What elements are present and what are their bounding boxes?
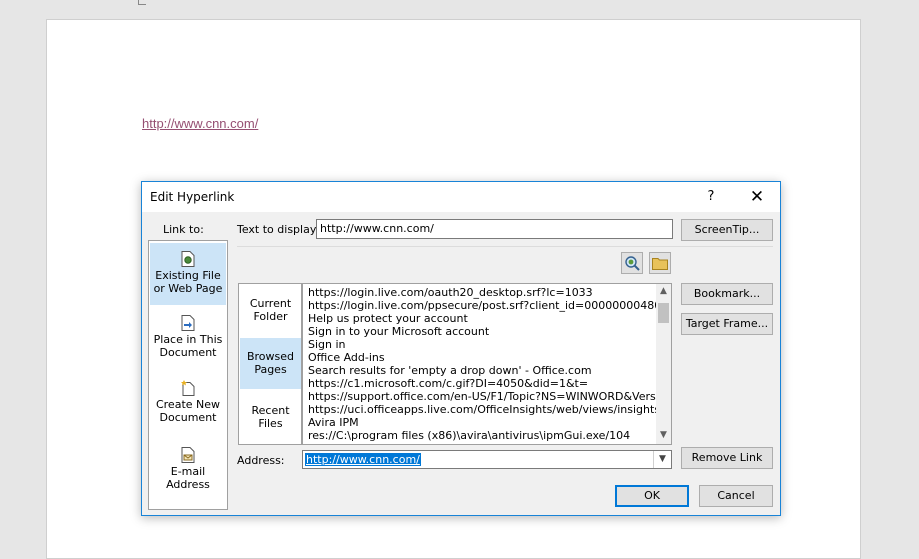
link-to-email-label-1: E-mail	[170, 465, 206, 478]
list-item[interactable]: https://login.live.com/oauth20_desktop.s…	[308, 286, 656, 299]
address-value[interactable]: http://www.cnn.com/	[305, 453, 421, 466]
close-button[interactable]: ✕	[734, 182, 780, 212]
list-item[interactable]: https://support.office.com/en-US/F1/Topi…	[308, 390, 656, 403]
recent-files-label-2: Files	[258, 417, 283, 430]
web-page-icon	[181, 251, 195, 267]
link-to-panel: Existing File or Web Page Place in This …	[148, 240, 228, 510]
look-in-browsed-pages[interactable]: Browsed Pages	[240, 338, 301, 389]
text-to-display-input[interactable]: http://www.cnn.com/	[316, 219, 673, 239]
address-label: Address:	[237, 454, 285, 467]
link-to-place-in-document[interactable]: Place in This Document	[150, 315, 226, 371]
chevron-down-icon[interactable]: ▼	[653, 451, 671, 468]
dialog-title: Edit Hyperlink	[150, 190, 235, 204]
list-item[interactable]: https://uci.officeapps.live.com/OfficeIn…	[308, 403, 656, 416]
link-to-create-label-2: Document	[159, 411, 217, 424]
link-to-place-label-1: Place in This	[153, 333, 223, 346]
scrollbar-thumb[interactable]	[658, 303, 669, 323]
address-combobox[interactable]: http://www.cnn.com/ ▼	[302, 450, 672, 469]
browsed-pages-label-2: Pages	[254, 363, 287, 376]
link-to-create-new-document[interactable]: Create New Document	[150, 380, 226, 436]
link-to-email-address[interactable]: E-mail Address	[150, 447, 226, 503]
current-folder-label-2: Folder	[253, 310, 288, 323]
place-in-document-icon	[181, 315, 195, 331]
list-item[interactable]: https://login.live.com/ppsecure/post.srf…	[308, 299, 656, 312]
email-icon	[181, 447, 195, 463]
browsed-pages-list[interactable]: https://login.live.com/oauth20_desktop.s…	[302, 283, 672, 445]
text-to-display-label: Text to display:	[237, 223, 320, 236]
ok-button[interactable]: OK	[615, 485, 689, 507]
link-to-existing-label-1: Existing File	[155, 269, 221, 282]
link-to-existing-file[interactable]: Existing File or Web Page	[150, 243, 226, 305]
folder-icon	[652, 256, 668, 273]
screentip-button[interactable]: ScreenTip...	[681, 219, 773, 241]
dialog-titlebar: Edit Hyperlink ? ✕	[142, 182, 780, 212]
list-item[interactable]: https://c1.microsoft.com/c.gif?DI=4050&d…	[308, 377, 656, 390]
list-item[interactable]: Sign in	[308, 338, 656, 351]
look-in-panel: Current Folder Browsed Pages Recent File…	[238, 283, 302, 445]
recent-files-label-1: Recent	[251, 404, 290, 417]
separator	[237, 246, 773, 247]
target-frame-button[interactable]: Target Frame...	[681, 313, 773, 335]
list-item[interactable]: Sign in to your Microsoft account	[308, 325, 656, 338]
list-item[interactable]: Search results for 'empty a drop down' -…	[308, 364, 656, 377]
link-to-label: Link to:	[163, 223, 204, 236]
browse-web-icon	[624, 255, 640, 274]
link-to-place-label-2: Document	[159, 346, 217, 359]
list-item[interactable]: res://C:\program files (x86)\avira\antiv…	[308, 429, 656, 442]
list-item[interactable]: Avira IPM	[308, 416, 656, 429]
browse-file-button[interactable]	[649, 252, 671, 274]
scroll-down-arrow-icon[interactable]: ▼	[656, 430, 671, 440]
current-folder-label-1: Current	[249, 297, 292, 310]
list-item[interactable]: Office Add-ins	[308, 351, 656, 364]
browse-web-button[interactable]	[621, 252, 643, 274]
look-in-current-folder[interactable]: Current Folder	[240, 287, 301, 337]
edit-hyperlink-dialog: Edit Hyperlink ? ✕ Link to: Existing Fil…	[141, 181, 781, 516]
browsed-pages-label-1: Browsed	[246, 350, 295, 363]
text-cursor-mark	[138, 0, 146, 5]
scroll-up-arrow-icon[interactable]: ▲	[656, 286, 671, 296]
link-to-create-label-1: Create New	[155, 398, 221, 411]
link-to-email-label-2: Address	[166, 478, 210, 491]
bookmark-button[interactable]: Bookmark...	[681, 283, 773, 305]
look-in-recent-files[interactable]: Recent Files	[240, 390, 301, 442]
link-to-existing-label-2: or Web Page	[153, 282, 223, 295]
list-item[interactable]: Help us protect your account	[308, 312, 656, 325]
remove-link-button[interactable]: Remove Link	[681, 447, 773, 469]
list-scrollbar[interactable]: ▲ ▼	[656, 284, 671, 444]
new-document-icon	[181, 380, 195, 396]
document-hyperlink[interactable]: http://www.cnn.com/	[142, 116, 258, 131]
cancel-button[interactable]: Cancel	[699, 485, 773, 507]
help-button[interactable]: ?	[688, 182, 734, 212]
